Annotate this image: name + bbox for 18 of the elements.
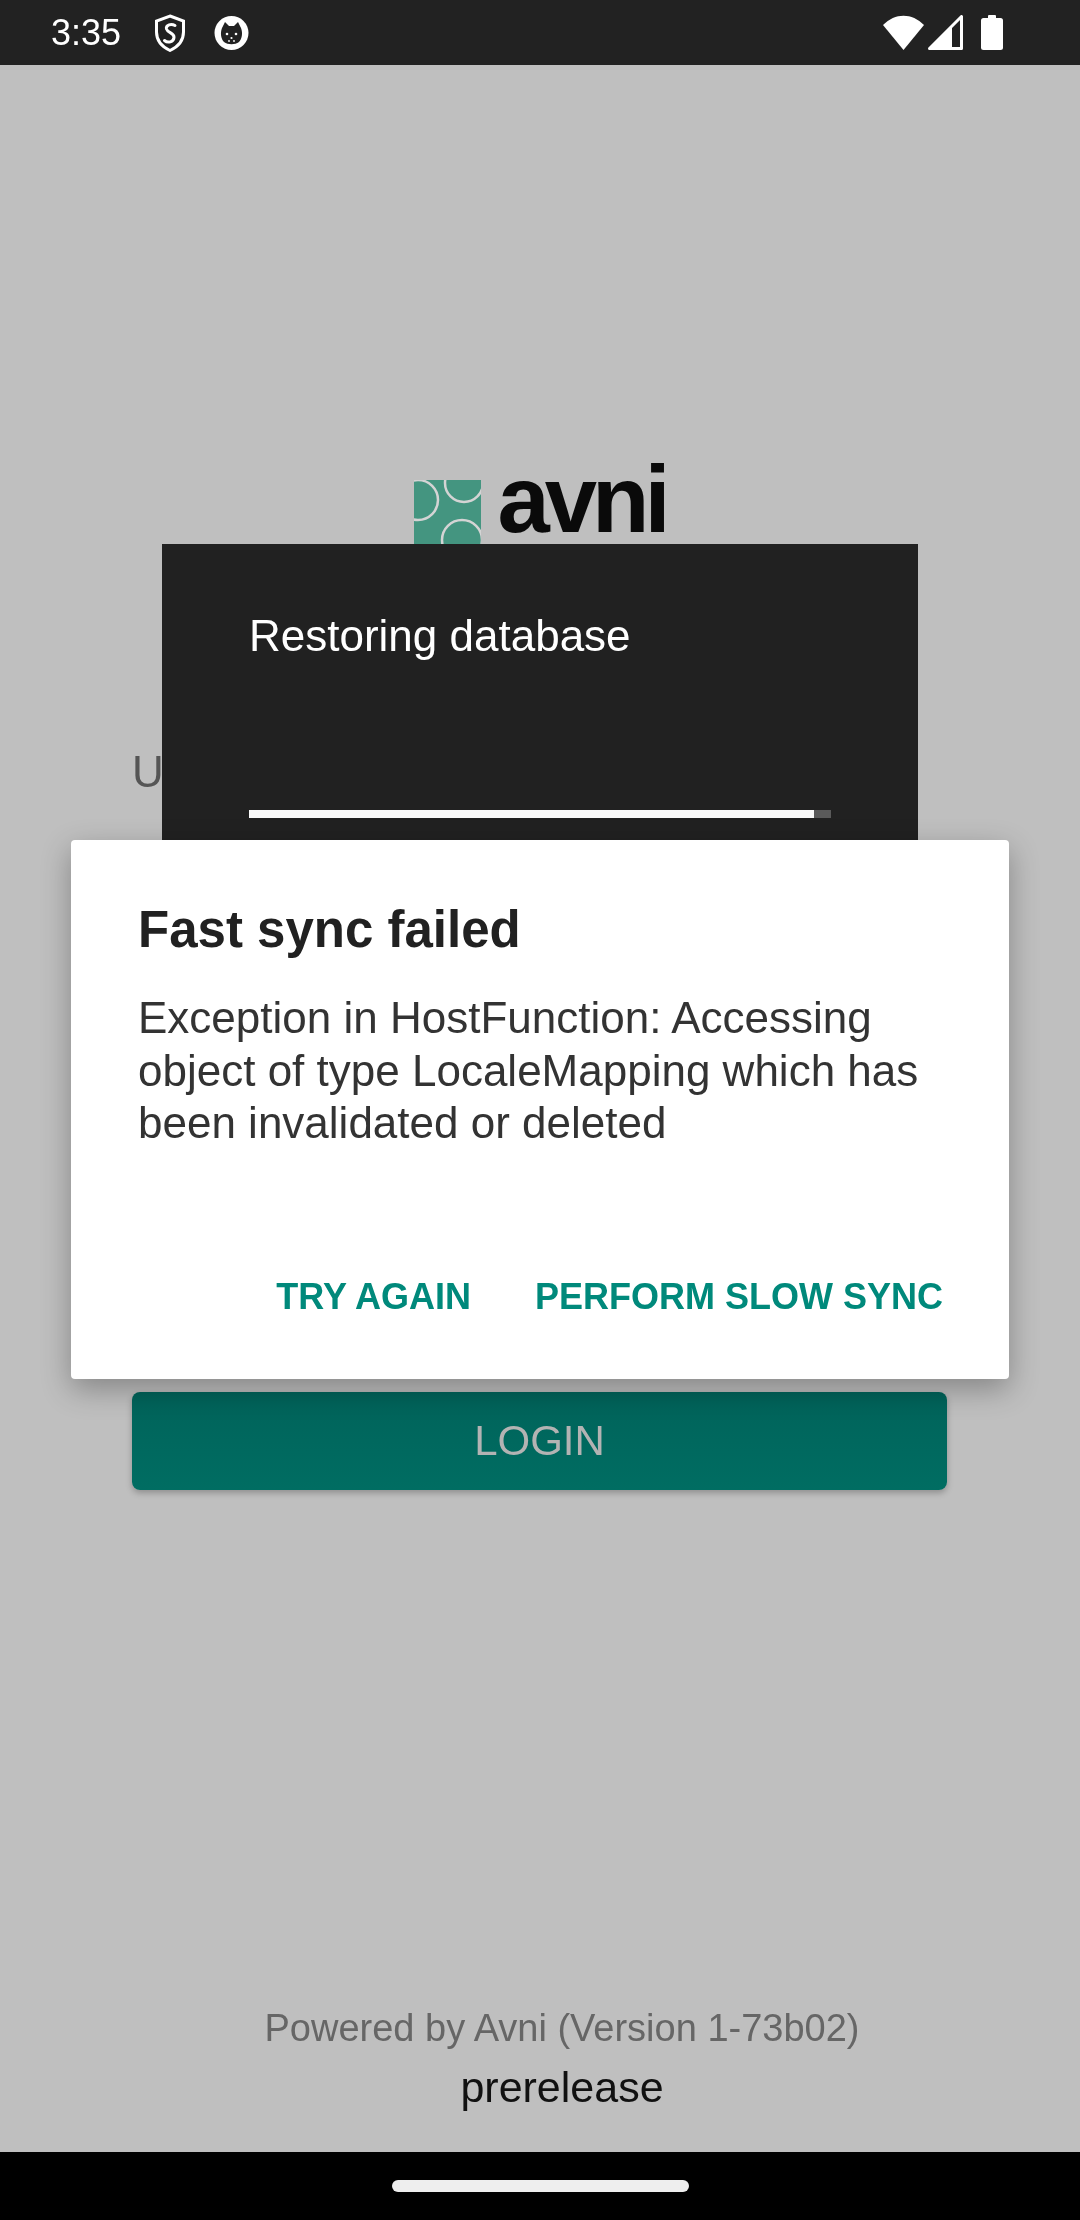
dialog-message: Exception in HostFunction: Accessing object of type LocaleMapping which has been invalidated or deleted bbox=[138, 992, 920, 1149]
signal-icon bbox=[928, 15, 963, 50]
logo-icon bbox=[414, 480, 482, 547]
shield-icon bbox=[154, 13, 187, 52]
logo-wordmark: avni bbox=[497, 453, 666, 547]
wifi-icon bbox=[883, 15, 924, 50]
battery-icon bbox=[981, 15, 1003, 50]
cat-icon bbox=[214, 15, 250, 50]
login-button[interactable]: LOGIN bbox=[132, 1392, 947, 1490]
version-text: Powered by Avni (Version 1-73b02) bbox=[264, 2006, 860, 2051]
home-indicator[interactable] bbox=[391, 2180, 689, 2192]
status-time: 3:35 bbox=[51, 11, 122, 54]
field-label: U bbox=[132, 746, 164, 798]
dialog-action-button[interactable]: PERFORM SLOW SYNC bbox=[519, 1255, 959, 1339]
dialog-action-button[interactable]: TRY AGAIN bbox=[260, 1255, 487, 1339]
build-label: prerelease bbox=[460, 2062, 664, 2113]
dialog-title: Fast sync failed bbox=[138, 900, 521, 960]
progress-title: Restoring database bbox=[249, 610, 631, 662]
